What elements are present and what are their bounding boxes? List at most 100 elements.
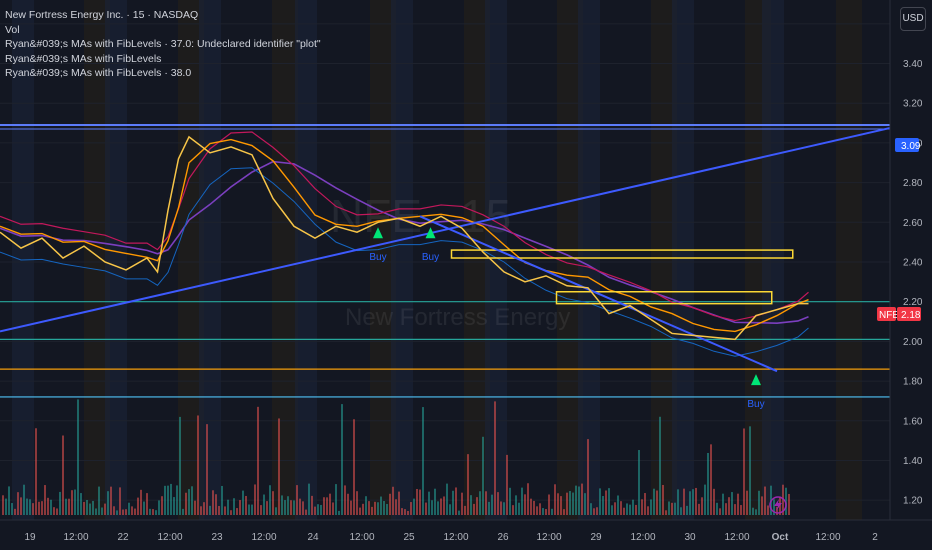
volume-bar [341,404,343,515]
volume-bar [737,493,739,515]
volume-bar [494,401,496,515]
price-chart[interactable]: NFE 15 New Fortress Energy BuyBuyBuy 3.6… [0,0,932,550]
volume-bar [743,428,745,515]
volume-bar [182,508,184,515]
price-tick-label: 2.20 [903,297,923,308]
volume-bar [515,495,517,515]
volume-bar [230,510,232,515]
volume-bar [308,483,310,515]
volume-bar [218,506,220,515]
volume-bar [11,503,13,515]
price-tick-label: 2.40 [903,257,923,268]
volume-bar [95,508,97,515]
volume-bar [344,485,346,515]
volume-bar [92,500,94,515]
volume-bar [32,503,34,515]
volume-bar [701,497,703,515]
volume-bar [401,508,403,515]
volume-bar [650,499,652,515]
volume-bar [305,509,307,515]
volume-bar [26,498,28,515]
legend-indicator-3[interactable]: Ryan&#039;s MAs with FibLevels · 38.0 [5,66,321,81]
legend-volume[interactable]: Vol [5,23,321,38]
volume-bar [23,484,25,515]
volume-bar [254,484,256,515]
time-tick-label: Oct [772,532,789,543]
legend-indicator-2[interactable]: Ryan&#039;s MAs with FibLevels [5,52,321,67]
volume-bar [659,416,661,515]
volume-bar [281,495,283,515]
volume-bar [407,510,409,515]
volume-bar [725,503,727,515]
volume-bar [299,498,301,515]
volume-bar [113,506,115,515]
volume-bar [653,488,655,515]
volume-bar [263,494,265,515]
volume-bar [680,507,682,515]
time-tick-label: 23 [211,532,223,543]
volume-bar [734,504,736,515]
volume-bar [137,497,139,515]
volume-bar [311,495,313,515]
volume-bar [557,493,559,515]
volume-bar [239,500,241,515]
volume-bar [236,508,238,515]
currency-button[interactable]: USD [900,7,926,31]
volume-bar [740,505,742,515]
volume-bar [674,502,676,515]
volume-bar [98,486,100,515]
volume-bar [338,510,340,515]
volume-bar [761,496,763,515]
volume-bar [596,507,598,515]
afterhours-band [836,0,862,520]
price-tag: 2.18 [901,310,921,321]
volume-bar [686,505,688,515]
volume-bar [266,501,268,515]
volume-bar [128,502,130,515]
volume-bar [194,500,196,515]
volume-bar [170,483,172,515]
legend-symbol[interactable]: New Fortress Energy Inc. · 15 · NASDAQ [5,8,321,23]
volume-bar [482,436,484,515]
volume-bar [488,501,490,515]
volume-bar [479,491,481,515]
volume-bar [374,501,376,515]
time-tick-label: 12:00 [536,532,561,543]
volume-bar [293,500,295,515]
volume-bar [758,490,760,515]
volume-bar [329,493,331,515]
volume-bar [461,492,463,515]
volume-bar [107,491,109,515]
volume-bar [326,497,328,515]
volume-bar [605,490,607,515]
volume-bar [590,503,592,515]
volume-bar [410,502,412,515]
volume-bar [257,406,259,515]
volume-bar [227,499,229,515]
buy-label: Buy [747,399,764,410]
volume-bar [419,489,421,515]
volume-bar [413,498,415,515]
volume-bar [671,502,673,515]
volume-bar [38,501,40,515]
volume-bar [587,439,589,515]
volume-bar [377,502,379,515]
volume-bar [404,509,406,515]
time-tick-label: 12:00 [349,532,374,543]
volume-bar [746,490,748,515]
volume-bar [641,499,643,515]
time-tick-label: 12:00 [443,532,468,543]
legend-indicator-1[interactable]: Ryan&#039;s MAs with FibLevels · 37.0: U… [5,37,321,52]
volume-bar [569,491,571,515]
price-tick-label: 2.00 [903,337,923,348]
volume-bar [179,416,181,515]
volume-bar [722,493,724,515]
watermark-name: New Fortress Energy [345,304,570,331]
volume-bar [122,509,124,515]
volume-bar [191,486,193,515]
volume-bar [452,490,454,515]
volume-bar [434,488,436,515]
volume-bar [521,487,523,515]
volume-bar [698,503,700,515]
volume-bar [80,493,82,515]
